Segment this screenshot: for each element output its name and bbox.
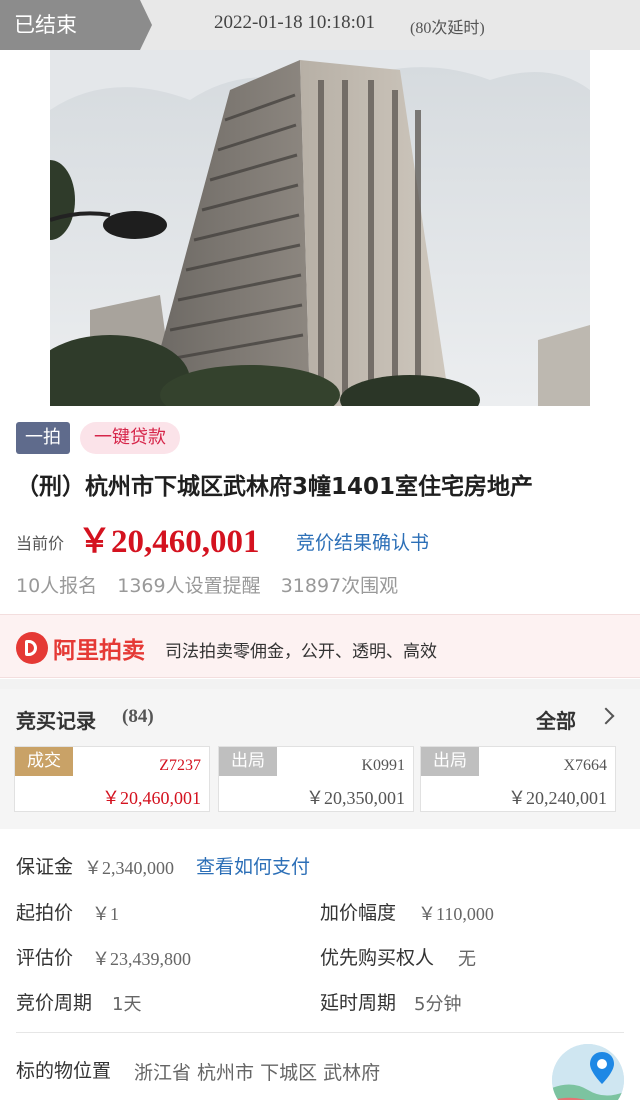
location-value: 浙江省 杭州市 下城区 武林府 <box>134 1062 381 1084</box>
brand-slogan: 司法拍卖零佣金，公开、透明、高效 <box>165 642 437 662</box>
map-pin-icon <box>552 1044 624 1100</box>
auction-stats: 10人报名 1369人设置提醒 31897次围观 <box>16 575 399 597</box>
page-title: （刑）杭州市下城区武林府3幢1401室住宅房地产 <box>16 474 534 500</box>
map-thumbnail[interactable] <box>552 1044 624 1100</box>
brand-name: 阿里拍卖 <box>53 638 145 664</box>
bidding-period-label: 竞价周期 <box>16 992 93 1014</box>
property-photo[interactable] <box>50 50 590 406</box>
bidder-code: X7664 <box>563 757 607 774</box>
auction-status-badge: 已结束 <box>0 0 152 50</box>
deposit-label: 保证金 <box>16 856 74 878</box>
bid-price: ￥20,350,001 <box>306 788 405 808</box>
confirmation-letter-link[interactable]: 竞价结果确认书 <box>296 528 429 555</box>
ali-auction-logo-icon <box>16 632 48 664</box>
bid-card[interactable]: 成交 Z7237 ￥20,460,001 <box>14 746 210 812</box>
bid-records-section: 竞买记录 (84) 全部 成交 Z7237 ￥20,460,001 出局 K09… <box>0 689 640 829</box>
bid-status-badge: 出局 <box>421 747 479 776</box>
extension-count: (80次延时) <box>410 20 485 37</box>
appraisal-value: ￥23,439,800 <box>92 949 191 969</box>
increment-value: ￥110,000 <box>418 904 494 924</box>
how-to-pay-link[interactable]: 查看如何支付 <box>196 852 310 879</box>
bid-price: ￥20,240,001 <box>508 788 607 808</box>
bid-price: ￥20,460,001 <box>102 788 201 808</box>
bidder-code: K0991 <box>361 757 405 774</box>
deposit-value: ￥2,340,000 <box>84 858 174 878</box>
auction-round-tag: 一拍 <box>16 422 70 454</box>
building-image <box>50 50 590 406</box>
starting-price-value: ￥1 <box>92 904 119 924</box>
location-label: 标的物位置 <box>16 1060 112 1082</box>
bid-records-count: (84) <box>122 706 154 727</box>
bid-card[interactable]: 出局 X7664 ￥20,240,001 <box>420 746 616 812</box>
bidder-code: Z7237 <box>159 757 201 774</box>
status-bar: 已结束 2022-01-18 10:18:01 (80次延时) <box>0 0 640 50</box>
bidding-period-value: 1天 <box>112 994 142 1015</box>
current-price-label: 当前价 <box>16 534 65 553</box>
current-price: ￥20,460,001 <box>78 524 260 560</box>
priority-buyer-value: 无 <box>458 949 476 970</box>
starting-price-label: 起拍价 <box>16 902 74 924</box>
view-all-button[interactable]: 全部 <box>536 705 576 734</box>
loan-tag[interactable]: 一键贷款 <box>80 422 180 454</box>
section-divider <box>0 679 640 689</box>
chevron-right-icon[interactable] <box>597 707 615 725</box>
priority-buyer-label: 优先购买权人 <box>320 947 435 969</box>
bid-status-badge: 成交 <box>15 747 73 776</box>
delay-period-value: 5分钟 <box>414 994 462 1015</box>
bid-status-badge: 出局 <box>219 747 277 776</box>
increment-label: 加价幅度 <box>320 902 397 924</box>
bid-records-title: 竞买记录 <box>16 709 96 733</box>
appraisal-label: 评估价 <box>16 947 74 969</box>
bid-card[interactable]: 出局 K0991 ￥20,350,001 <box>218 746 414 812</box>
end-time: 2022-01-18 10:18:01 <box>214 12 375 33</box>
delay-period-label: 延时周期 <box>320 992 397 1014</box>
divider <box>16 1032 624 1033</box>
ali-auction-banner[interactable]: 阿里拍卖 司法拍卖零佣金，公开、透明、高效 <box>0 614 640 678</box>
